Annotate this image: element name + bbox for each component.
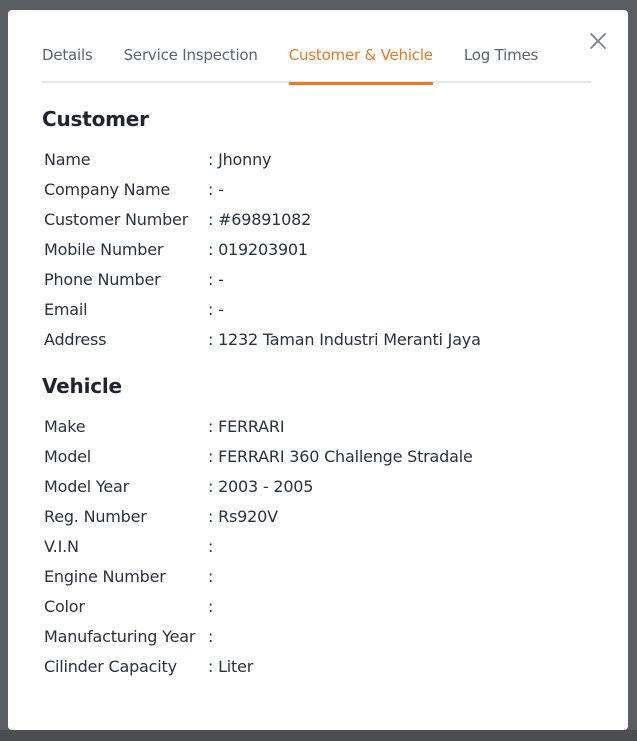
field-label: Model Year: [44, 477, 130, 496]
field-label: Phone Number: [44, 270, 161, 289]
tab-service-inspection[interactable]: Service Inspection: [124, 42, 258, 83]
customer-row-phone-number: Phone Number : -: [44, 265, 604, 295]
field-label: Cilinder Capacity: [44, 657, 177, 676]
customer-row-email: Email : -: [44, 295, 604, 325]
field-value: : Jhonny: [208, 150, 272, 169]
field-label: Company Name: [44, 180, 171, 199]
field-label: Customer Number: [44, 210, 189, 229]
field-label: V.I.N: [44, 537, 79, 556]
field-value: : -: [208, 180, 224, 199]
tab-log-times[interactable]: Log Times: [464, 42, 538, 83]
vehicle-row-model-year: Model Year : 2003 - 2005: [44, 472, 604, 502]
field-value: : FERRARI 360 Challenge Stradale: [208, 447, 473, 466]
field-label: Engine Number: [44, 567, 166, 586]
field-value: :: [208, 567, 214, 586]
field-value: : 1232 Taman Industri Meranti Jaya: [208, 330, 481, 349]
tab-details[interactable]: Details: [42, 42, 93, 83]
customer-section-title: Customer: [42, 107, 149, 131]
vehicle-row-vin: V.I.N :: [44, 532, 604, 562]
field-value: : Liter: [208, 657, 254, 676]
field-value: : FERRARI: [208, 417, 285, 436]
field-label: Name: [44, 150, 91, 169]
field-value: : Rs920V: [208, 507, 278, 526]
field-value: : 2003 - 2005: [208, 477, 314, 496]
field-value: : 019203901: [208, 240, 308, 259]
tab-bar: Details Service Inspection Customer & Ve…: [42, 42, 591, 85]
field-label: Model: [44, 447, 92, 466]
field-value: :: [208, 597, 214, 616]
vehicle-row-model: Model : FERRARI 360 Challenge Stradale: [44, 442, 604, 472]
field-value: :: [208, 537, 214, 556]
customer-row-company-name: Company Name : -: [44, 175, 604, 205]
customer-row-name: Name : Jhonny: [44, 145, 604, 175]
vehicle-row-reg-number: Reg. Number : Rs920V: [44, 502, 604, 532]
customer-row-customer-number: Customer Number : #69891082: [44, 205, 604, 235]
vehicle-row-manufacturing-year: Manufacturing Year :: [44, 622, 604, 652]
close-icon: [590, 33, 606, 49]
field-label: Address: [44, 330, 107, 349]
field-label: Reg. Number: [44, 507, 147, 526]
field-label: Manufacturing Year: [44, 627, 196, 646]
field-value: : #69891082: [208, 210, 312, 229]
field-value: : -: [208, 270, 224, 289]
field-label: Make: [44, 417, 86, 436]
close-button[interactable]: [588, 31, 608, 51]
field-label: Color: [44, 597, 85, 616]
vehicle-row-color: Color :: [44, 592, 604, 622]
vehicle-row-engine-number: Engine Number :: [44, 562, 604, 592]
vehicle-section-title: Vehicle: [42, 374, 122, 398]
customer-row-address: Address : 1232 Taman Industri Meranti Ja…: [44, 325, 604, 355]
field-value: :: [208, 627, 214, 646]
field-value: : -: [208, 300, 224, 319]
tab-customer-vehicle[interactable]: Customer & Vehicle: [288, 42, 433, 85]
field-label: Mobile Number: [44, 240, 164, 259]
vehicle-row-make: Make : FERRARI: [44, 412, 604, 442]
vehicle-row-cilinder-capacity: Cilinder Capacity : Liter: [44, 652, 604, 682]
background-overlay: [0, 730, 637, 741]
customer-vehicle-modal: Details Service Inspection Customer & Ve…: [8, 10, 628, 730]
customer-row-mobile-number: Mobile Number : 019203901: [44, 235, 604, 265]
field-label: Email: [44, 300, 88, 319]
